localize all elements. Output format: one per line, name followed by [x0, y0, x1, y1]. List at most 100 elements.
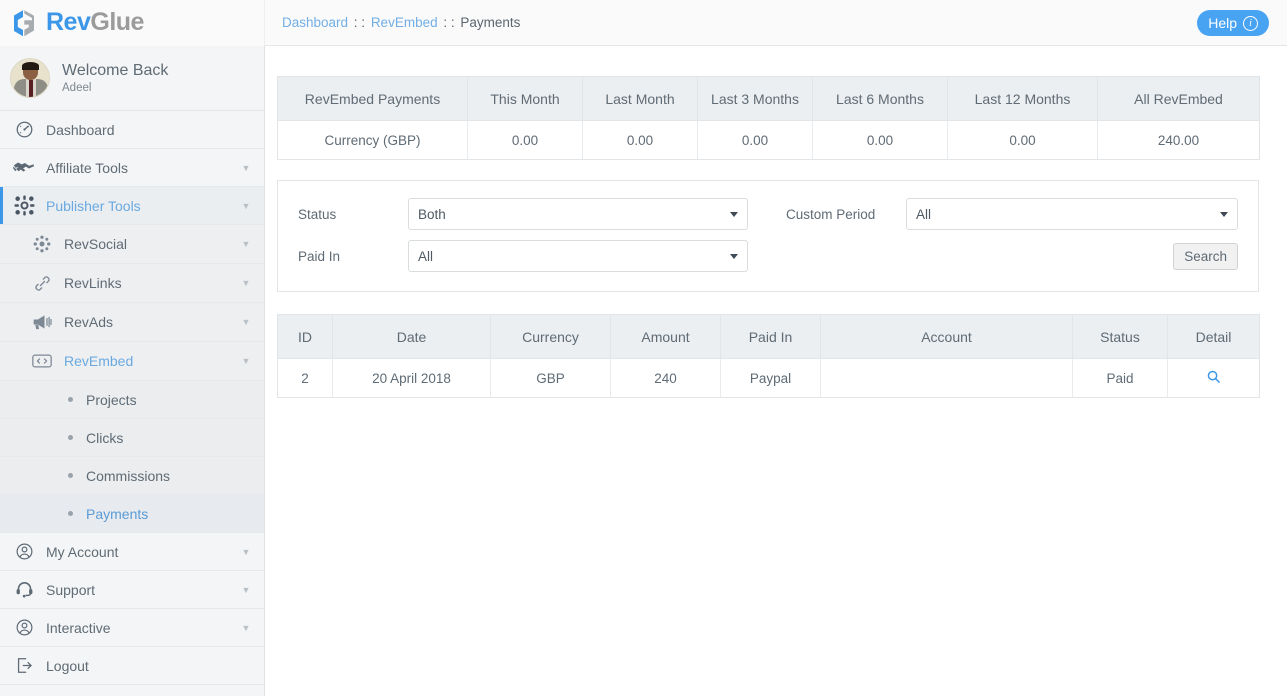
- cell-status: Paid: [1072, 358, 1168, 398]
- cell-paid-in: Paypal: [720, 358, 821, 398]
- col-amount: Amount: [610, 314, 721, 359]
- cell-last-month: 0.00: [582, 120, 698, 160]
- col-detail: Detail: [1167, 314, 1260, 359]
- table-header-row: RevEmbed Payments This Month Last Month …: [277, 76, 1260, 121]
- paid-in-select-value: All: [418, 248, 434, 264]
- chevron-down-icon[interactable]: ▼: [236, 317, 256, 327]
- breadcrumb-separator-2: : :: [439, 15, 459, 30]
- brand-glue: Glue: [90, 8, 144, 36]
- help-button[interactable]: Help i: [1197, 10, 1269, 36]
- sidebar-item-revads[interactable]: RevAds ▼: [0, 303, 264, 342]
- sidebar-item-label: RevLinks: [64, 275, 122, 291]
- sidebar-item-label: My Account: [46, 543, 119, 560]
- chevron-down-icon[interactable]: ▼: [236, 623, 256, 633]
- custom-period-select[interactable]: All: [906, 198, 1238, 230]
- sidebar-item-logout[interactable]: Logout: [0, 647, 264, 685]
- user-circle-icon: [12, 541, 36, 563]
- breadcrumb-item-dashboard[interactable]: Dashboard: [282, 15, 348, 30]
- brand-logo-area[interactable]: RevGlue: [0, 0, 265, 46]
- network-nodes-icon: [30, 233, 54, 255]
- sidebar-item-revsocial[interactable]: RevSocial ▼: [0, 225, 264, 264]
- chevron-down-icon: [730, 254, 738, 259]
- cell-amount: 240: [610, 358, 721, 398]
- sidebar-item-support[interactable]: Support ▼: [0, 571, 264, 609]
- sidebar: Welcome Back Adeel Dashboard Affiliate T…: [0, 46, 265, 696]
- col-all-revembed: All RevEmbed: [1097, 76, 1260, 121]
- sidebar-item-label: RevSocial: [64, 236, 128, 252]
- sidebar-item-publisher-tools[interactable]: Publisher Tools ▼: [0, 187, 264, 225]
- status-select[interactable]: Both: [408, 198, 748, 230]
- logout-arrow-icon: [12, 655, 36, 677]
- chain-link-icon: [30, 272, 54, 294]
- sidebar-item-clicks[interactable]: Clicks: [0, 419, 264, 457]
- sidebar-item-projects[interactable]: Projects: [0, 381, 264, 419]
- puzzle-gear-icon: [12, 195, 36, 217]
- profile-name: Adeel: [62, 82, 92, 95]
- col-revembed-payments: RevEmbed Payments: [277, 76, 468, 121]
- col-id: ID: [277, 314, 333, 359]
- sidebar-item-my-account[interactable]: My Account ▼: [0, 533, 264, 571]
- table-row: 2 20 April 2018 GBP 240 Paypal Paid: [277, 358, 1260, 398]
- cell-id: 2: [277, 358, 333, 398]
- breadcrumb: Dashboard : : RevEmbed : : Payments: [282, 15, 520, 30]
- welcome-message: Welcome Back: [62, 61, 169, 79]
- cell-last-12-months: 0.00: [947, 120, 1098, 160]
- chevron-down-icon[interactable]: ▼: [236, 163, 256, 173]
- col-last-6-months: Last 6 Months: [812, 76, 948, 121]
- cell-detail: [1167, 358, 1260, 398]
- col-status: Status: [1072, 314, 1168, 359]
- profile-block[interactable]: Welcome Back Adeel: [0, 46, 264, 111]
- chevron-down-icon: [730, 212, 738, 217]
- sidebar-item-label: Dashboard: [46, 121, 115, 138]
- chevron-down-icon[interactable]: ▼: [236, 547, 256, 557]
- bullet-icon: [68, 473, 73, 478]
- speedometer-icon: [12, 119, 36, 141]
- sidebar-item-affiliate-tools[interactable]: Affiliate Tools ▼: [0, 149, 264, 187]
- sidebar-item-label: Payments: [86, 505, 149, 522]
- sidebar-item-dashboard[interactable]: Dashboard: [0, 111, 264, 149]
- cell-last-6-months: 0.00: [812, 120, 948, 160]
- col-last-12-months: Last 12 Months: [947, 76, 1098, 121]
- sidebar-item-label: RevEmbed: [64, 353, 134, 369]
- sidebar-item-label: Affiliate Tools: [46, 159, 128, 176]
- chevron-down-icon[interactable]: ▼: [236, 201, 256, 211]
- revglue-cube-logo-icon: [14, 9, 34, 36]
- col-last-3-months: Last 3 Months: [697, 76, 813, 121]
- payments-results-table: ID Date Currency Amount Paid In Account …: [277, 314, 1260, 398]
- chevron-down-icon[interactable]: ▼: [236, 278, 256, 288]
- table-row: Currency (GBP) 0.00 0.00 0.00 0.00 0.00 …: [277, 120, 1260, 160]
- sidebar-item-label: RevAds: [64, 314, 114, 330]
- bullet-icon: [68, 511, 73, 516]
- sidebar-item-payments[interactable]: Payments: [0, 495, 264, 533]
- payments-summary-table: RevEmbed Payments This Month Last Month …: [277, 76, 1260, 160]
- sidebar-item-commissions[interactable]: Commissions: [0, 457, 264, 495]
- brand-text: RevGlue: [46, 10, 144, 35]
- paid-in-select[interactable]: All: [408, 240, 748, 272]
- cell-currency: Currency (GBP): [277, 120, 468, 160]
- bullet-icon: [68, 397, 73, 402]
- cell-this-month: 0.00: [467, 120, 583, 160]
- chevron-down-icon[interactable]: ▼: [236, 356, 256, 366]
- col-this-month: This Month: [467, 76, 583, 121]
- sidebar-item-label: Projects: [86, 391, 137, 408]
- col-paid-in: Paid In: [720, 314, 821, 359]
- filter-row-paid-in: Paid In All: [298, 239, 768, 273]
- search-button[interactable]: Search: [1173, 242, 1238, 270]
- filter-column-left: Status Both Paid In All: [298, 197, 768, 273]
- sidebar-item-revembed[interactable]: RevEmbed ▼: [0, 342, 264, 381]
- sidebar-item-label: Interactive: [46, 619, 111, 636]
- table-header-row: ID Date Currency Amount Paid In Account …: [277, 314, 1260, 359]
- breadcrumb-item-revembed[interactable]: RevEmbed: [371, 15, 438, 30]
- col-date: Date: [332, 314, 491, 359]
- breadcrumb-separator-1: : :: [350, 15, 369, 30]
- cell-all-revembed: 240.00: [1097, 120, 1260, 160]
- filter-row-status: Status Both: [298, 197, 768, 231]
- top-bar: RevGlue Dashboard : : RevEmbed : : Payme…: [0, 0, 1287, 46]
- filter-panel: Status Both Paid In All Custom Period Al…: [277, 180, 1259, 292]
- megaphone-icon: [30, 311, 54, 333]
- sidebar-item-revlinks[interactable]: RevLinks ▼: [0, 264, 264, 303]
- chevron-down-icon[interactable]: ▼: [236, 585, 256, 595]
- chevron-down-icon[interactable]: ▼: [236, 239, 256, 249]
- sidebar-item-interactive[interactable]: Interactive ▼: [0, 609, 264, 647]
- magnifier-search-icon[interactable]: [1206, 369, 1221, 387]
